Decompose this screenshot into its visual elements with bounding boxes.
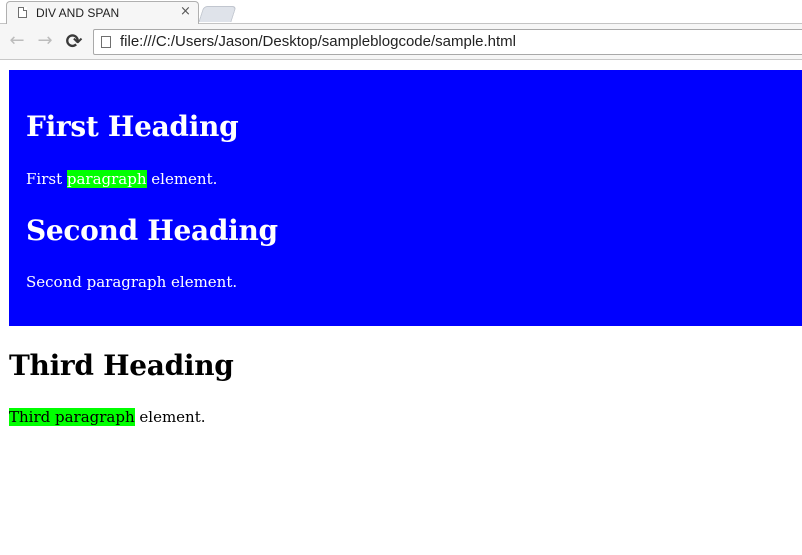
highlight-span: paragraph	[66, 170, 147, 188]
third-heading: Third Heading	[9, 349, 234, 382]
blue-div-container: First Heading First paragraph element. S…	[9, 70, 802, 326]
first-paragraph-tail: element.	[146, 170, 218, 188]
back-arrow-icon[interactable]: ←	[6, 30, 28, 52]
address-bar[interactable]: file:///C:/Users/Jason/Desktop/sampleblo…	[93, 29, 802, 55]
second-heading: Second Heading	[26, 214, 278, 247]
reload-icon[interactable]: ⟳	[63, 30, 85, 52]
second-paragraph: Second paragraph element.	[26, 273, 238, 291]
first-heading: First Heading	[26, 110, 239, 143]
forward-arrow-icon[interactable]: →	[34, 30, 56, 52]
page-icon	[101, 36, 111, 48]
first-paragraph: First paragraph element.	[26, 170, 217, 188]
third-paragraph-tail: element.	[134, 408, 206, 426]
page-icon	[18, 7, 27, 18]
highlight-span: Third paragraph	[9, 408, 135, 426]
third-paragraph: Third paragraph element.	[9, 408, 206, 426]
tab-strip: DIV AND SPAN ×	[0, 0, 802, 24]
tab-active[interactable]: DIV AND SPAN ×	[6, 1, 199, 24]
close-icon[interactable]: ×	[180, 4, 191, 20]
first-paragraph-text: First	[26, 170, 67, 188]
page-viewport: First Heading First paragraph element. S…	[0, 61, 802, 555]
url-text[interactable]: file:///C:/Users/Jason/Desktop/sampleblo…	[120, 33, 516, 50]
new-tab-button[interactable]	[198, 6, 237, 22]
browser-toolbar: ← → ⟳ file:///C:/Users/Jason/Desktop/sam…	[0, 24, 802, 60]
tab-title: DIV AND SPAN	[36, 6, 120, 20]
